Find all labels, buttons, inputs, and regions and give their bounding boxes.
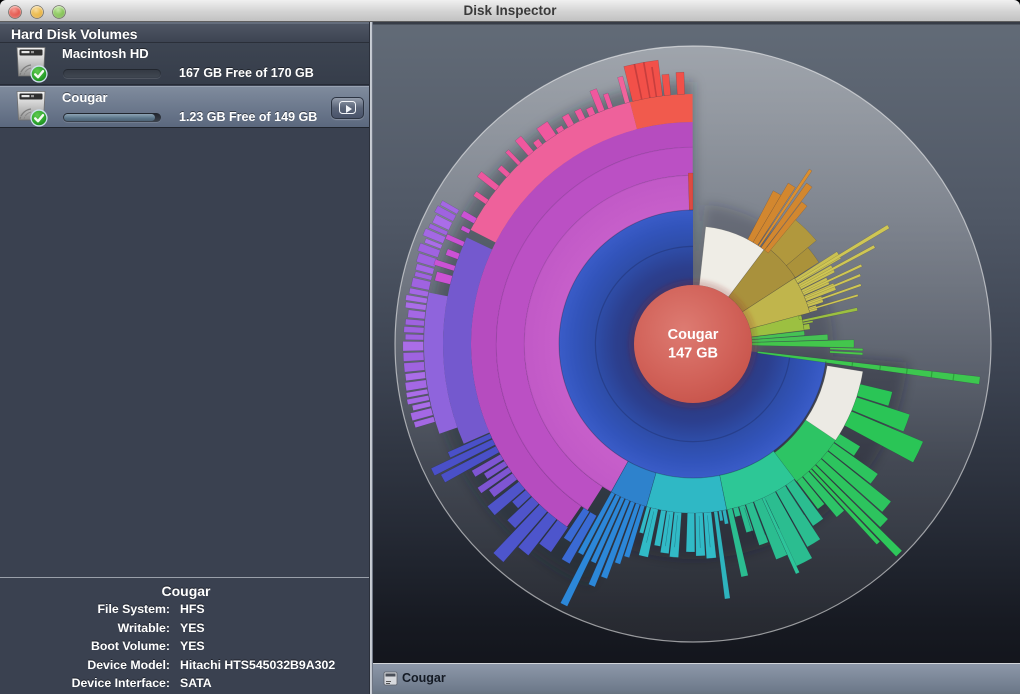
svg-text:Cougar: Cougar xyxy=(668,327,719,343)
svg-text:147 GB: 147 GB xyxy=(668,346,718,362)
